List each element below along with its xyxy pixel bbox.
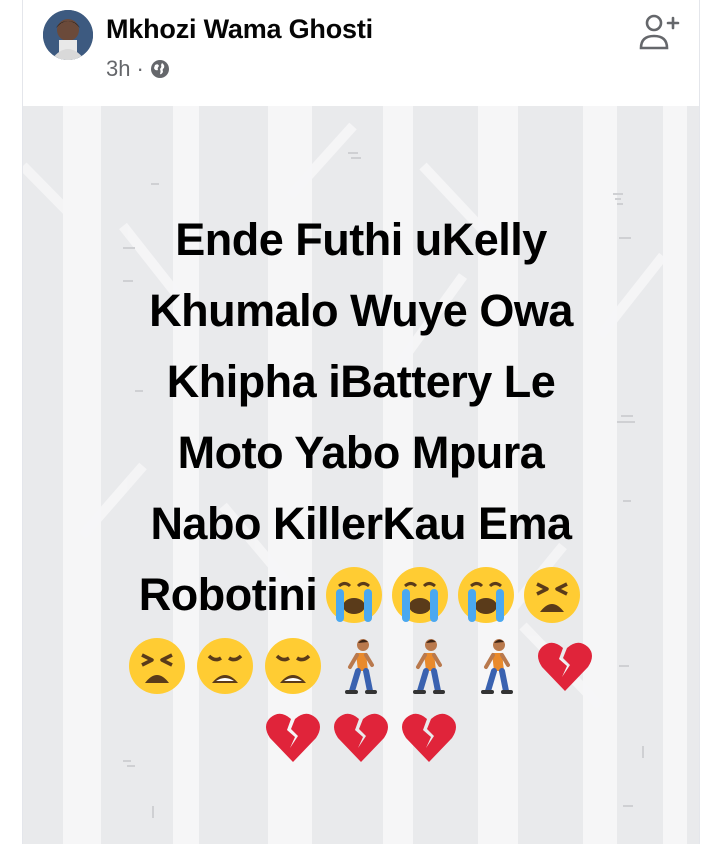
meta-separator: · <box>136 56 144 81</box>
post-background: Ende Futhi uKelly Khumalo Wuye Owa Khiph… <box>23 106 699 844</box>
person-walking-emoji <box>398 635 460 697</box>
post-text: Ende Futhi uKelly Khumalo Wuye Owa Khiph… <box>23 204 699 772</box>
post-card: Mkhozi Wama Ghosti 3h · Ende Futhi uKell… <box>22 0 700 844</box>
post-time[interactable]: 3h <box>106 56 130 82</box>
author-name[interactable]: Mkhozi Wama Ghosti <box>106 14 373 45</box>
post-text-line: Khipha iBattery Le <box>166 356 556 407</box>
emoji-group <box>323 564 583 626</box>
broken-heart-emoji <box>398 706 460 768</box>
loudly-crying-face-emoji <box>323 564 385 626</box>
post-text-line: Khumalo Wuye Owa <box>149 285 573 336</box>
broken-heart-emoji <box>330 706 392 768</box>
emoji-line <box>23 701 699 772</box>
author-avatar[interactable] <box>43 10 93 60</box>
post-meta: 3h · <box>106 56 170 82</box>
weary-face-emoji <box>194 635 256 697</box>
tired-face-emoji <box>521 564 583 626</box>
broken-heart-emoji <box>534 635 596 697</box>
post-text-line: Moto Yabo Mpura <box>177 427 545 478</box>
broken-heart-emoji <box>262 706 324 768</box>
emoji-line <box>23 630 699 701</box>
person-walking-emoji <box>330 635 392 697</box>
person-walking-emoji <box>466 635 528 697</box>
post-text-line: Ende Futhi uKelly <box>175 214 547 265</box>
post-header: Mkhozi Wama Ghosti 3h · <box>23 0 699 105</box>
loudly-crying-face-emoji <box>389 564 451 626</box>
post-text-line: Nabo KillerKau Ema <box>150 498 572 549</box>
loudly-crying-face-emoji <box>455 564 517 626</box>
weary-face-emoji <box>262 635 324 697</box>
add-friend-icon[interactable] <box>637 8 683 54</box>
globe-icon <box>150 59 170 79</box>
post-text-line-with-emoji: Robotini <box>23 559 699 630</box>
post-text-line: Robotini <box>138 569 318 620</box>
tired-face-emoji <box>126 635 188 697</box>
